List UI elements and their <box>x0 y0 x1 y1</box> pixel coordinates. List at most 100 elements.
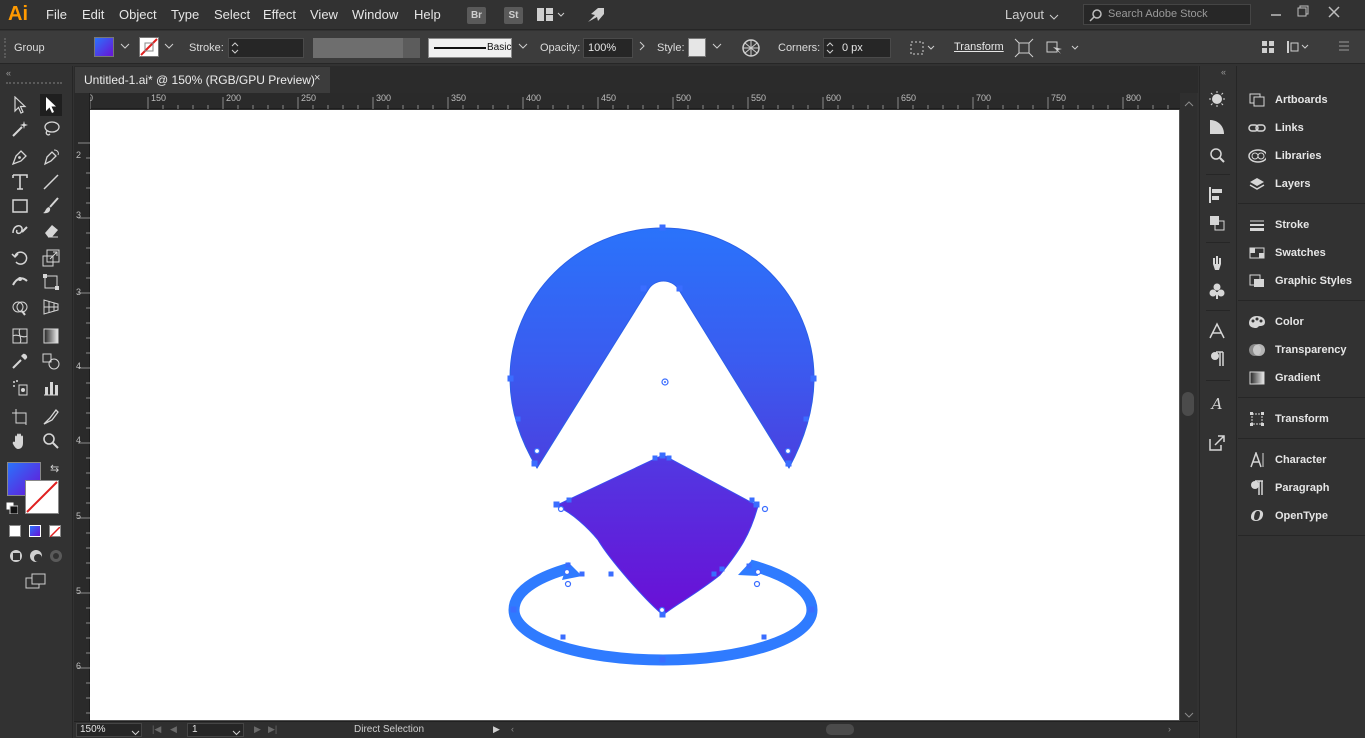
panel-color[interactable]: Color <box>1238 309 1365 335</box>
stroke-swatch[interactable] <box>139 37 159 57</box>
brush-dropdown[interactable] <box>518 40 528 55</box>
variable-width-dropdown[interactable] <box>403 38 420 58</box>
control-bar-grip[interactable] <box>4 38 8 58</box>
shape-panel-icon[interactable] <box>1206 118 1228 140</box>
close-tab-button[interactable]: × <box>314 72 320 84</box>
panel-opentype[interactable]: O OpenType <box>1238 503 1365 529</box>
menu-object[interactable]: Object <box>119 7 157 22</box>
panel-paragraph[interactable]: Paragraph <box>1238 475 1365 501</box>
zoom-tool[interactable] <box>40 430 62 452</box>
width-tool[interactable] <box>9 271 31 293</box>
panel-gradient[interactable]: Gradient <box>1238 365 1365 391</box>
horizontal-ruler[interactable]: 0 150 200 250 300 350 400 450 500 550 60… <box>74 93 1180 109</box>
menu-select[interactable]: Select <box>214 7 250 22</box>
stock-search-input[interactable]: Search Adobe Stock <box>1083 4 1251 25</box>
panel-libraries[interactable]: Libraries <box>1238 143 1365 169</box>
rotate-tool[interactable] <box>9 247 31 269</box>
tools-grip[interactable] <box>6 82 62 84</box>
transform-link[interactable]: Transform <box>954 41 1004 53</box>
default-fill-stroke-icon[interactable] <box>5 501 19 517</box>
scroll-down-arrow-icon[interactable] <box>1184 708 1194 722</box>
minimize-button[interactable] <box>1270 5 1282 22</box>
status-menu-arrow[interactable]: ▶ <box>493 724 500 735</box>
brushes-icon[interactable] <box>1206 254 1228 276</box>
lasso-tool[interactable] <box>40 118 62 140</box>
recolor-artwork-icon[interactable] <box>741 38 761 61</box>
free-transform-tool[interactable] <box>40 271 62 293</box>
next-artboard-button[interactable]: ▶ <box>254 724 261 735</box>
draw-inside-icon[interactable] <box>49 549 63 566</box>
panel-stroke[interactable]: Stroke <box>1238 212 1365 238</box>
previous-artboard-button[interactable]: ◀ <box>170 724 177 735</box>
align-to-selection-icon[interactable] <box>909 39 937 60</box>
symbols-icon[interactable] <box>1206 282 1228 304</box>
corners-stepper[interactable] <box>825 40 835 59</box>
stroke-color-box[interactable] <box>25 480 59 514</box>
panel-artboards[interactable]: Artboards <box>1238 87 1365 113</box>
perspective-grid-tool[interactable] <box>40 296 62 318</box>
chevron-down-icon[interactable] <box>1049 10 1059 24</box>
align-panel-icon[interactable] <box>1261 40 1275 57</box>
diamond-shape[interactable] <box>553 454 759 616</box>
mesh-tool[interactable] <box>9 325 31 347</box>
appearance-icon[interactable] <box>1206 90 1228 112</box>
variable-width-profile[interactable] <box>313 38 403 58</box>
menu-help[interactable]: Help <box>414 7 441 22</box>
hand-tool[interactable] <box>9 430 31 452</box>
panel-character[interactable]: Character <box>1238 447 1365 473</box>
symbol-sprayer-tool[interactable] <box>9 377 31 399</box>
artboard[interactable] <box>90 110 1179 720</box>
color-mode-button[interactable] <box>9 525 21 537</box>
swap-fill-stroke-icon[interactable]: ⇆ <box>50 462 59 475</box>
chevron-right-icon[interactable] <box>638 40 646 55</box>
first-artboard-button[interactable]: |◀ <box>152 724 161 735</box>
collapse-tools-icon[interactable]: « <box>6 68 11 78</box>
distribute-icon[interactable] <box>1286 39 1310 58</box>
pathfinder-icon[interactable] <box>1206 214 1228 236</box>
isolate-options-icon[interactable] <box>1045 38 1081 61</box>
glyphs-icon[interactable]: A <box>1206 393 1228 415</box>
scroll-right-arrow-icon[interactable]: › <box>1168 724 1171 734</box>
vertical-scroll-thumb[interactable] <box>1182 392 1194 416</box>
zoom-dropdown-icon[interactable] <box>131 726 140 738</box>
fill-swatch[interactable] <box>94 37 114 57</box>
brush-definition[interactable]: Basic <box>428 38 512 58</box>
stroke-dropdown[interactable] <box>164 40 174 55</box>
panel-transform[interactable]: Transform <box>1238 406 1365 432</box>
shaper-tool[interactable] <box>9 219 31 241</box>
bridge-button[interactable]: Br <box>467 7 486 24</box>
fill-dropdown[interactable] <box>120 40 130 55</box>
scale-tool[interactable] <box>40 247 62 269</box>
menu-type[interactable]: Type <box>171 7 199 22</box>
panel-links[interactable]: Links <box>1238 115 1365 141</box>
stock-button[interactable]: St <box>504 7 523 24</box>
eraser-tool[interactable] <box>40 219 62 241</box>
panel-swatches[interactable]: Swatches <box>1238 240 1365 266</box>
menu-file[interactable]: File <box>46 7 67 22</box>
rectangle-tool[interactable] <box>9 195 31 217</box>
horizontal-scroll-thumb[interactable] <box>826 724 854 735</box>
artboard-dropdown-icon[interactable] <box>232 726 241 738</box>
document-tab[interactable]: Untitled-1.ai* @ 150% (RGB/GPU Preview) <box>75 67 330 93</box>
panel-graphic-styles[interactable]: Graphic Styles <box>1238 268 1365 294</box>
menu-effect[interactable]: Effect <box>263 7 296 22</box>
gradient-mode-button[interactable] <box>29 525 41 537</box>
crescent-shape[interactable] <box>509 227 815 470</box>
draw-behind-icon[interactable] <box>29 549 43 566</box>
menu-view[interactable]: View <box>310 7 338 22</box>
blend-tool[interactable] <box>40 350 62 372</box>
control-bar-menu-icon[interactable] <box>1338 40 1350 55</box>
direct-selection-tool[interactable] <box>40 94 62 116</box>
artboard-tool[interactable] <box>9 406 31 428</box>
column-graph-tool[interactable] <box>40 377 62 399</box>
shape-builder-tool[interactable] <box>9 296 31 318</box>
gpu-performance-icon[interactable] <box>586 6 606 27</box>
graphic-style-swatch[interactable] <box>688 38 706 57</box>
opacity-field[interactable]: 100% <box>583 38 633 58</box>
draw-normal-icon[interactable] <box>9 549 23 566</box>
none-mode-button[interactable] <box>49 525 61 538</box>
isolate-group-icon[interactable] <box>1014 38 1034 61</box>
magic-wand-tool[interactable] <box>9 118 31 140</box>
style-dropdown[interactable] <box>712 40 722 55</box>
type-tool[interactable] <box>9 171 31 193</box>
